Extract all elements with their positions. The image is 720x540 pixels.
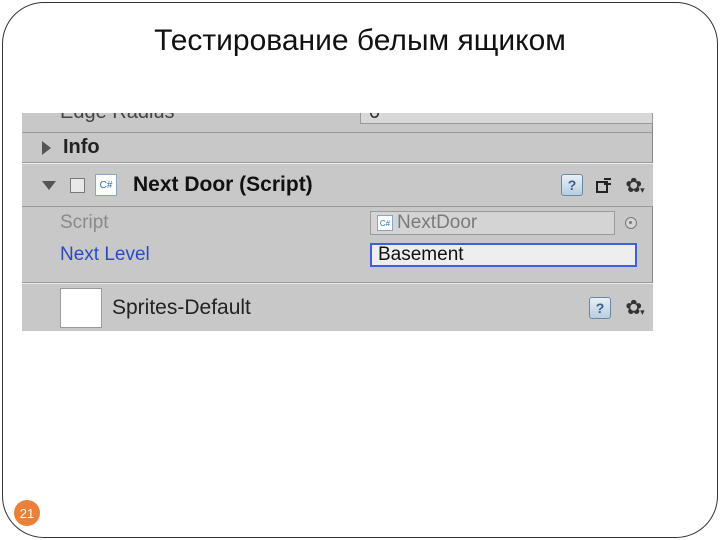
foldout-arrow-down-icon bbox=[42, 181, 56, 190]
info-label: Info bbox=[63, 136, 100, 159]
next-level-label: Next Level bbox=[60, 244, 370, 266]
object-picker-icon[interactable] bbox=[625, 217, 637, 229]
page-number-badge: 21 bbox=[14, 500, 40, 526]
edge-radius-label: Edge Radius bbox=[60, 113, 360, 124]
preset-icon[interactable] bbox=[593, 174, 615, 196]
script-object-field[interactable]: C# NextDoor bbox=[370, 211, 615, 235]
gear-icon[interactable]: ✿▾ bbox=[625, 297, 647, 319]
foldout-arrow-icon bbox=[42, 141, 51, 155]
gear-icon[interactable]: ✿▾ bbox=[625, 174, 647, 196]
edge-radius-value[interactable]: 0 bbox=[360, 113, 653, 124]
component-enable-checkbox[interactable] bbox=[70, 178, 85, 193]
script-label: Script bbox=[60, 212, 370, 234]
spacer bbox=[22, 271, 653, 283]
property-row-cutoff: Edge Radius 0 bbox=[22, 113, 653, 133]
csharp-script-icon: C# bbox=[95, 174, 117, 196]
slide-title: Тестирование белым ящиком bbox=[0, 24, 720, 58]
help-icon[interactable]: ? bbox=[561, 174, 583, 196]
component-title: Next Door (Script) bbox=[133, 173, 555, 197]
info-foldout[interactable]: Info bbox=[22, 133, 653, 163]
material-header[interactable]: Sprites-Default ? ✿▾ bbox=[22, 283, 653, 331]
help-icon[interactable]: ? bbox=[589, 297, 611, 319]
material-name: Sprites-Default bbox=[112, 296, 579, 320]
script-value: NextDoor bbox=[397, 212, 477, 234]
next-level-input[interactable] bbox=[370, 243, 637, 267]
script-property-row: Script C# NextDoor bbox=[22, 207, 653, 239]
script-component-header[interactable]: C# Next Door (Script) ? ✿▾ bbox=[22, 163, 653, 207]
inspector-panel: Edge Radius 0 Info C# Next Door (Script)… bbox=[22, 113, 653, 331]
material-preview-icon bbox=[60, 288, 102, 328]
next-level-property-row: Next Level bbox=[22, 239, 653, 271]
csharp-mini-icon: C# bbox=[377, 215, 393, 231]
